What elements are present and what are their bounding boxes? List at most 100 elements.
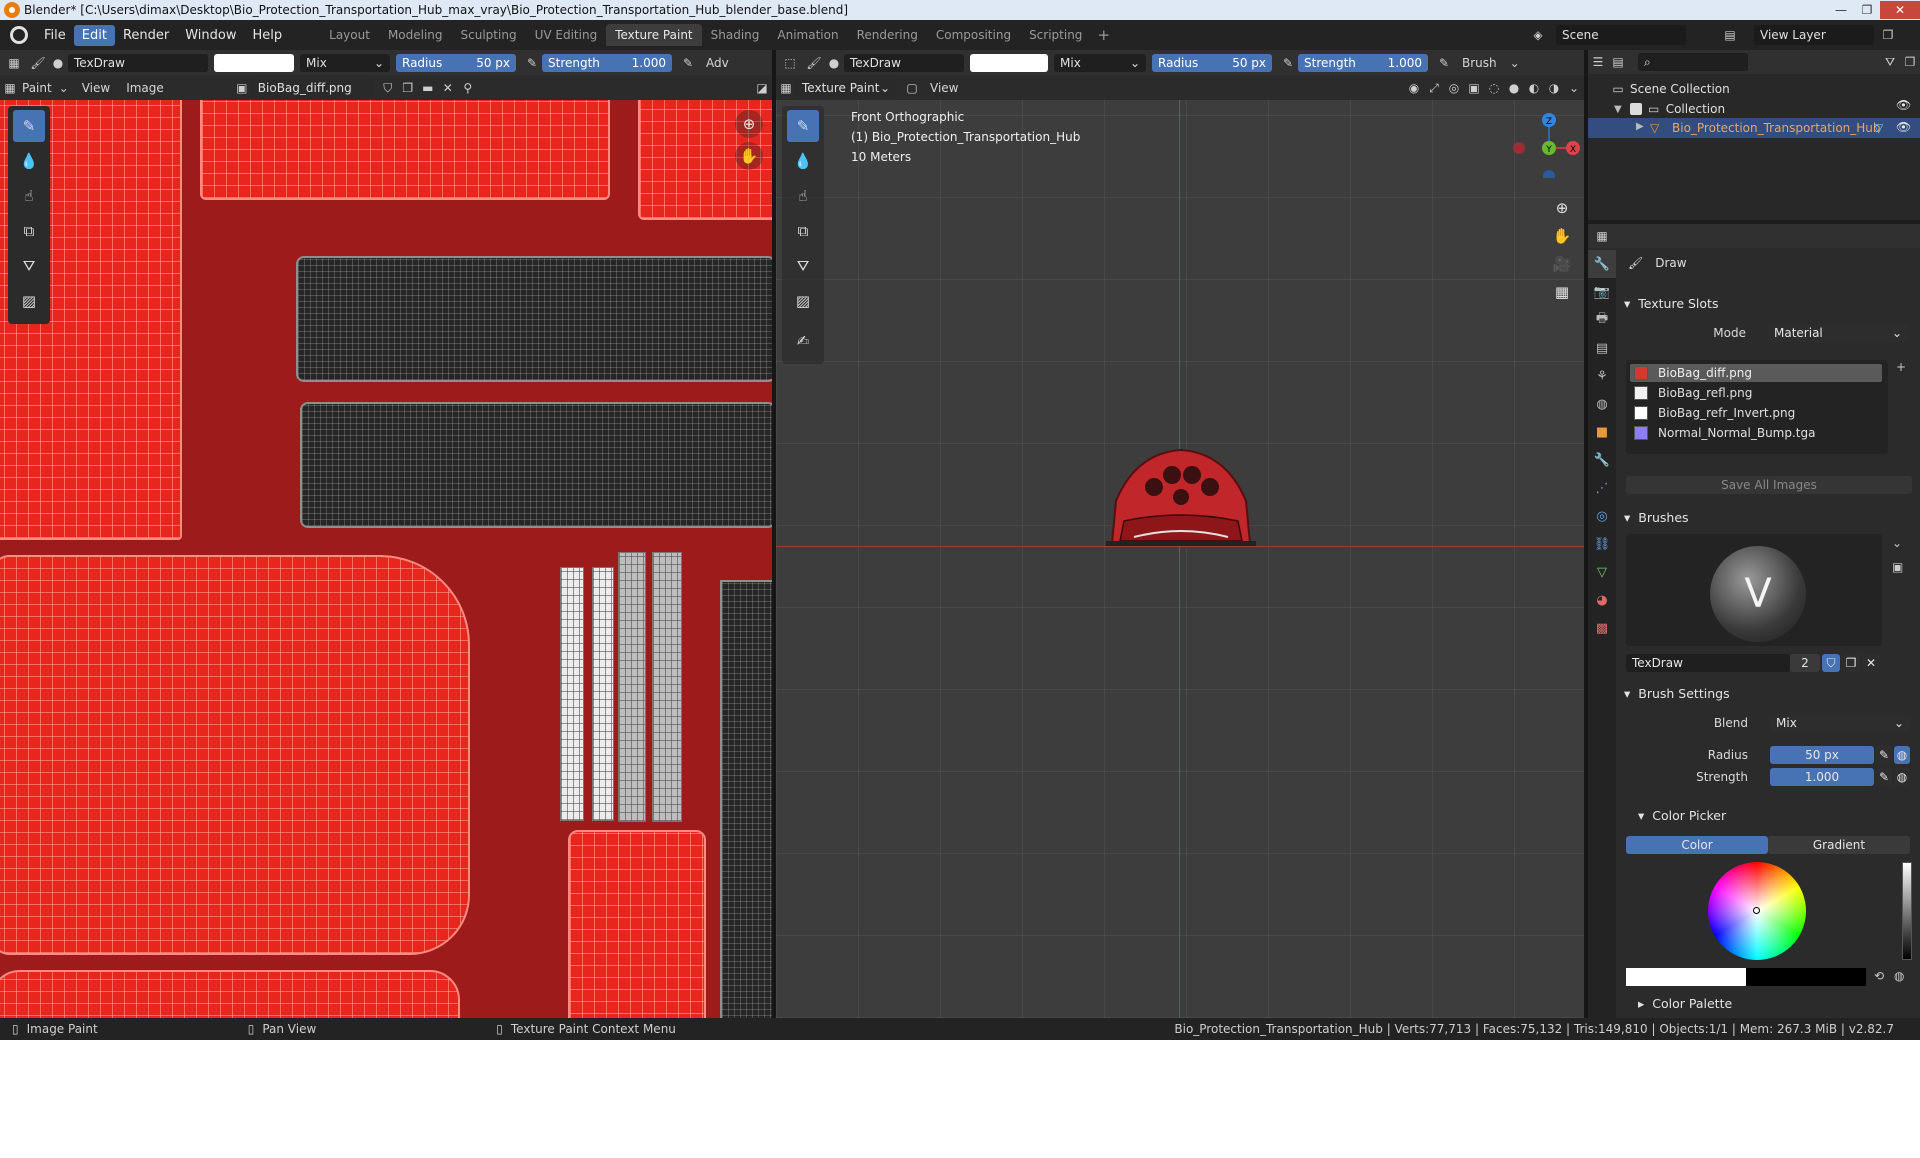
menu-help[interactable]: Help [245,25,291,46]
image-browse-icon[interactable]: ▣ [232,79,252,97]
view-layer-icon[interactable]: ▤ [1720,26,1740,44]
object-tab-icon[interactable]: ■ [1588,418,1616,446]
duplicate-brush-icon[interactable]: ❐ [1842,654,1860,672]
soften-tool-icon[interactable]: 💧 [787,145,819,177]
smear-tool-icon[interactable]: ☝ [13,180,45,212]
menu-render[interactable]: Render [115,25,177,46]
camera-icon[interactable]: 🎥 [1548,250,1576,278]
physics-tab-icon[interactable]: ◎ [1588,502,1616,530]
unlink-image-close-icon[interactable]: ✕ [438,79,458,97]
unlink-brush-close-icon[interactable]: ✕ [1862,654,1880,672]
strength-lock-icon[interactable]: ◍ [1894,768,1910,786]
maximize-button[interactable]: ❐ [1854,1,1880,19]
radius-slider[interactable]: Radius 50 px [396,53,516,72]
annotate-tool-icon[interactable]: ✍ [787,325,819,357]
zoom-icon[interactable]: ⊕ [735,110,763,138]
color-palette-panel-header[interactable]: ▸ Color Palette [1638,996,1732,1011]
value-slider[interactable] [1902,862,1912,960]
close-button[interactable]: ✕ [1880,1,1920,19]
save-all-images-button[interactable]: Save All Images [1626,476,1912,494]
texture-slots-panel-header[interactable]: ▾ Texture Slots [1624,296,1718,311]
visibility-eye-icon[interactable]: 👁 [1896,98,1911,112]
editor-type-icon[interactable]: ▦ [0,54,28,72]
outliner-editor-type-icon[interactable]: ☰ [1588,53,1608,71]
rendered-shading-icon[interactable]: ◑ [1544,79,1564,97]
strength-pressure-icon[interactable]: ✎ [1876,768,1892,786]
display-channels-icon[interactable]: ◪ [752,79,772,97]
outliner-row-collection[interactable]: ▼ ▭ Collection [1614,100,1725,118]
gizmo-toggle-icon[interactable]: ⤢ [1424,79,1444,97]
texture-slot-row[interactable]: BioBag_refl.png [1630,384,1882,402]
wireframe-shading-icon[interactable]: ◌ [1484,79,1504,97]
draw-tool-icon[interactable]: ✎ [787,110,819,142]
color-picker-panel-header[interactable]: ▾ Color Picker [1638,808,1726,823]
pressure-icon[interactable]: ✎ [522,54,542,72]
visibility-eye-icon[interactable]: 👁 [1896,120,1911,134]
tab-rendering[interactable]: Rendering [848,24,927,46]
blend-mode-dropdown[interactable]: Mix ⌄ [1054,53,1146,72]
brush-users-count[interactable]: 2 [1790,654,1820,672]
fill-tool-icon[interactable]: ⛛ [787,250,819,282]
mesh-data-tab-icon[interactable]: ▽ [1588,558,1616,586]
zoom-icon[interactable]: ⊕ [1548,194,1576,222]
brush-color-swatch[interactable] [970,53,1048,72]
expand-arrow-icon[interactable]: ▶ [1636,121,1644,132]
clone-tool-icon[interactable]: ⧉ [13,215,45,247]
radius-slider[interactable]: Radius 50 px [1152,53,1272,72]
tab-scripting[interactable]: Scripting [1020,24,1091,46]
new-image-icon[interactable]: ❐ [398,79,418,97]
texture-tab-icon[interactable]: ▩ [1588,614,1616,642]
tab-sculpting[interactable]: Sculpting [452,24,526,46]
new-view-layer-icon[interactable]: ❐ [1878,26,1898,44]
view-menu[interactable]: View [74,81,118,95]
scene-icon[interactable]: ◈ [1528,26,1548,44]
expand-arrow-icon[interactable]: ▼ [1614,104,1622,115]
add-slot-plus-icon[interactable]: + [1896,360,1906,374]
clone-tool-icon[interactable]: ⧉ [787,215,819,247]
visibility-eye-icon[interactable]: ◉ [1404,79,1424,97]
brush-name-field[interactable]: TexDraw [844,53,964,72]
brush-name-field[interactable]: TexDraw [1626,654,1790,672]
mode-menu[interactable]: Paint [20,81,54,95]
render-tab-icon[interactable]: 📷 [1588,278,1616,306]
material-tab-icon[interactable]: ◕ [1588,586,1616,614]
outliner-search-field[interactable]: ⌕ [1638,53,1748,71]
brush-menu[interactable]: Brush [1454,56,1505,70]
minimize-button[interactable]: — [1828,1,1854,19]
radius-slider[interactable]: 50 px [1770,746,1874,764]
menu-edit[interactable]: Edit [73,24,115,46]
mask-tool-icon[interactable]: ▨ [13,285,45,317]
brush-color-swatch[interactable] [214,53,294,72]
color-wheel[interactable] [1708,862,1806,960]
mode-dropdown[interactable]: Texture Paint ⌄ [796,79,896,97]
add-workspace-button[interactable]: + [1091,26,1116,44]
properties-editor-type-icon[interactable]: ▦ [1592,227,1612,245]
viewport-editor-type-icon[interactable]: ⬚ [776,54,804,72]
constraints-tab-icon[interactable]: ⛓ [1588,530,1616,558]
menu-file[interactable]: File [36,25,74,46]
outliner-row-scene-collection[interactable]: ▭ Scene Collection [1610,80,1729,98]
radius-pressure-icon[interactable]: ✎ [1876,746,1892,764]
image-name-field[interactable]: BioBag_diff.png [251,79,372,97]
tab-uv-editing[interactable]: UV Editing [526,24,607,46]
checkbox-icon[interactable] [1629,103,1642,115]
filter-icon[interactable]: ⛛ [1880,53,1900,71]
blend-mode-dropdown[interactable]: Mix ⌄ [300,53,390,72]
blender-logo-icon[interactable] [10,26,28,44]
tool-tab-icon[interactable]: 🔧 [1588,250,1616,278]
advanced-menu[interactable]: Adv [698,56,737,70]
strength-slider[interactable]: Strength 1.000 [1298,53,1428,72]
particles-tab-icon[interactable]: ⋰ [1588,474,1616,502]
tab-shading[interactable]: Shading [702,24,769,46]
texture-slot-row[interactable]: BioBag_refr_Invert.png [1630,404,1882,422]
strength-pressure-icon[interactable]: ✎ [1434,54,1454,72]
swap-colors-icon[interactable]: ⟲ [1874,969,1884,983]
brush-list-chevron-icon[interactable]: ⌄ [1892,536,1902,550]
strength-slider[interactable]: 1.000 [1770,768,1874,786]
texture-slot-row[interactable]: BioBag_diff.png [1630,364,1882,382]
scene-selector[interactable]: Scene [1556,25,1686,45]
tab-modeling[interactable]: Modeling [379,24,452,46]
radius-unit-icon[interactable]: ◍ [1894,746,1910,764]
soften-tool-icon[interactable]: 💧 [13,145,45,177]
open-image-folder-icon[interactable]: ▬ [418,79,438,97]
